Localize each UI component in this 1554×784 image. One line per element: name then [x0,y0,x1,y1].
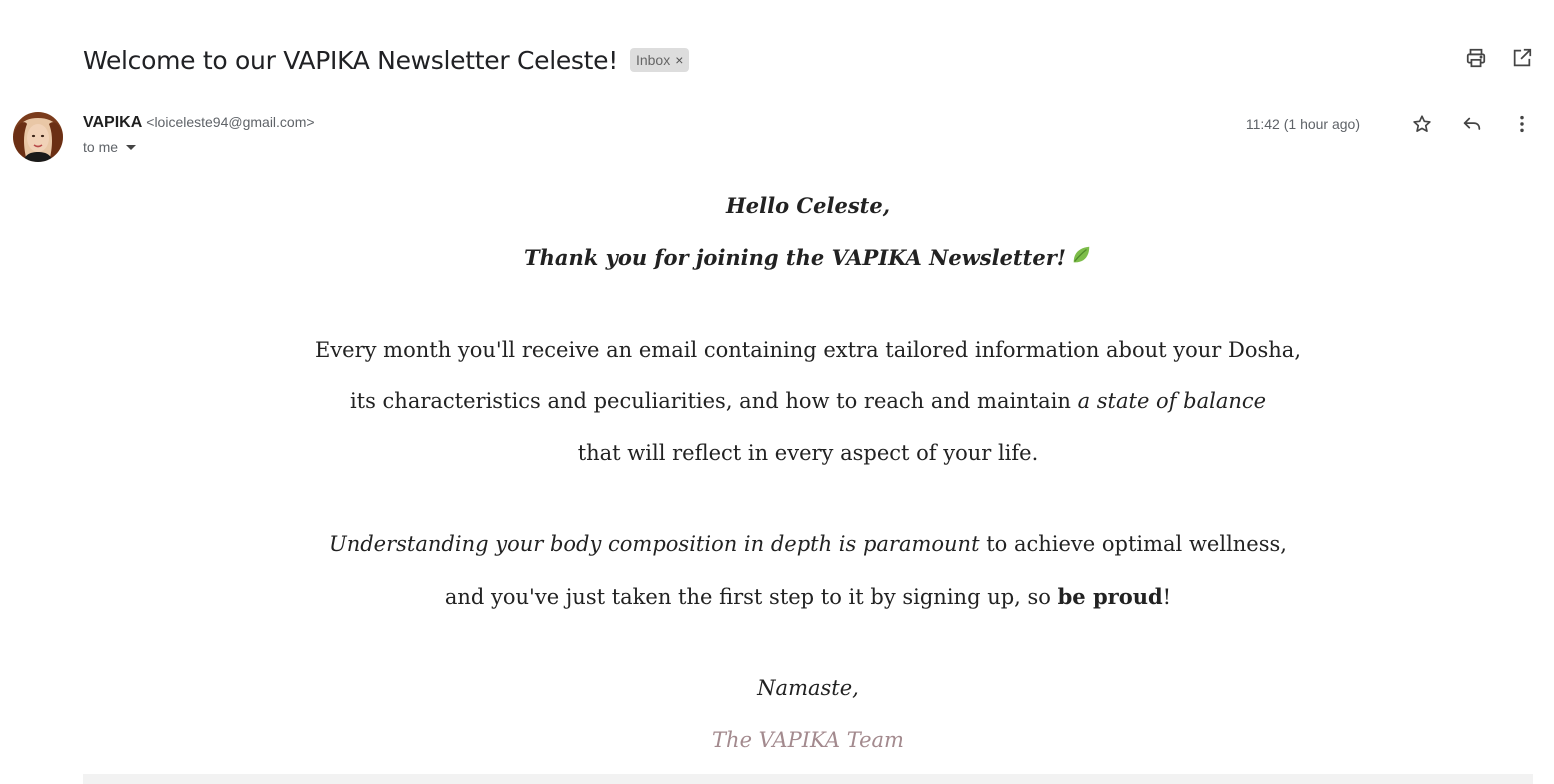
timestamp: 11:42 (1 hour ago) [1245,116,1360,132]
sender-name[interactable]: VAPIKA [83,114,142,132]
para1-line1: Every month you'll receive an email cont… [314,337,1301,362]
print-icon[interactable] [1464,46,1488,70]
para1-line2: its characteristics and peculiarities, a… [83,376,1533,428]
reply-icon[interactable] [1460,112,1484,136]
leaf-icon [1070,233,1092,285]
label-chip-text: Inbox [635,51,671,68]
email-body: Hello Celeste, Thank you for joining the… [83,180,1533,766]
thanks-text: Thank you for joining the VAPIKA Newslet… [524,244,1066,270]
para2-line1-text: to achieve optimal wellness, [979,532,1287,557]
chevron-down-icon[interactable] [126,144,137,150]
top-actions [1464,46,1534,70]
signature: The VAPIKA Team [712,727,904,752]
thanks-line: Thank you for joining the VAPIKA Newslet… [83,232,1533,285]
para1-line3: that will reflect in every aspect of you… [577,440,1039,465]
email-view: Welcome to our VAPIKA Newsletter Celeste… [0,0,1554,784]
email-subject: Welcome to our VAPIKA Newsletter Celeste… [83,45,618,75]
state-of-balance-emphasis: a state of balance [1077,389,1267,414]
more-vertical-icon[interactable] [1510,112,1534,136]
recipient-text: to me [83,139,119,155]
be-proud-strong: be proud [1057,583,1163,609]
para2-line2: and you've just taken the first step to … [83,571,1533,624]
para2-line2-text: and you've just taken the first step to … [444,584,1058,609]
sender-block: VAPIKA <loiceleste94@gmail.com> to me [83,114,315,155]
para2-line2-end: ! [1162,584,1172,609]
inbox-label-chip[interactable]: Inbox × [629,48,690,72]
sender-email: <loiceleste94@gmail.com> [146,114,315,130]
understanding-emphasis: Understanding your body composition in d… [329,532,980,557]
remove-label-icon[interactable]: × [675,52,683,68]
avatar[interactable] [13,112,63,162]
recipient-line[interactable]: to me [83,139,315,155]
subject-row: Welcome to our VAPIKA Newsletter Celeste… [83,40,690,80]
signoff: Namaste, [757,676,859,701]
message-meta: 11:42 (1 hour ago) [1246,112,1534,136]
footer-bar [83,774,1533,784]
para1-line2-text: its characteristics and peculiarities, a… [349,389,1078,414]
para2-line1: Understanding your body composition in d… [83,519,1533,571]
open-in-new-window-icon[interactable] [1510,46,1534,70]
greeting: Hello Celeste, [725,193,891,218]
star-icon[interactable] [1410,112,1434,136]
